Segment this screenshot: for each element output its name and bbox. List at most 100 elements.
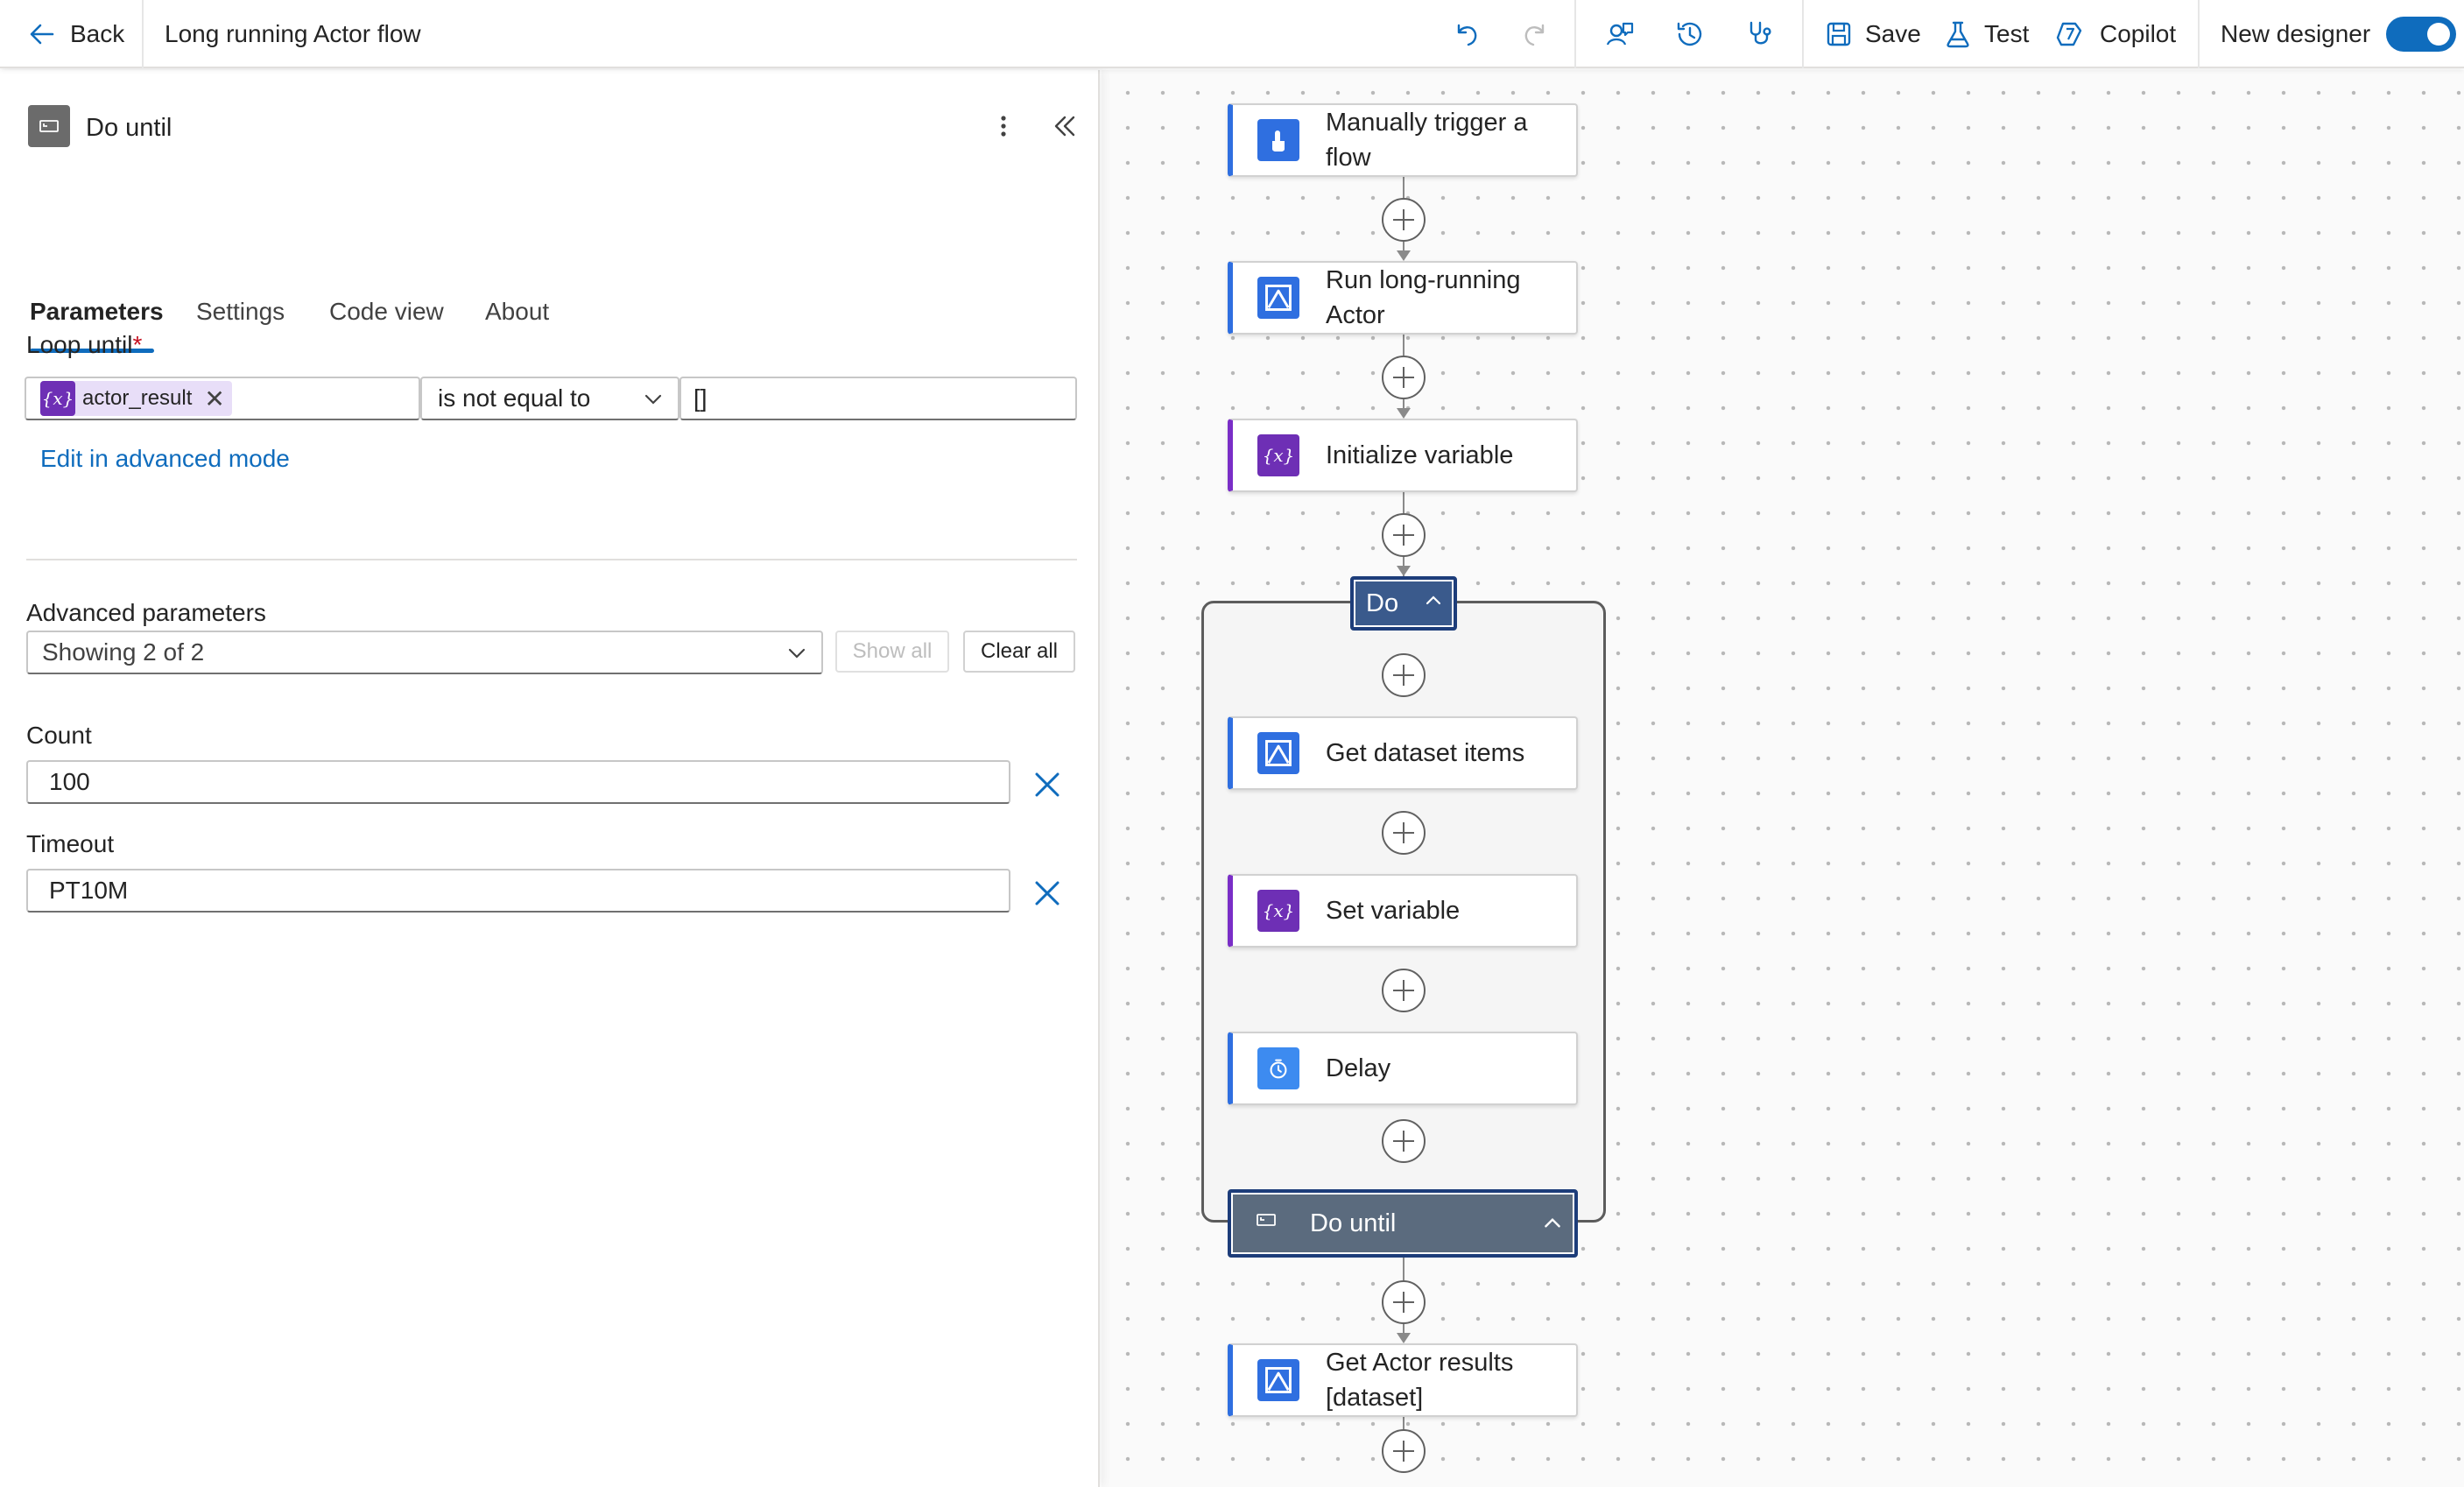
loop-until-label-text: Loop until	[26, 331, 133, 358]
person-feedback-icon	[1602, 17, 1637, 52]
divider	[1802, 0, 1804, 68]
timeout-value: PT10M	[49, 877, 129, 904]
history-icon	[1672, 17, 1707, 52]
variable-token-label: actor_result	[82, 386, 193, 410]
version-history-button[interactable]	[1672, 0, 1707, 68]
loop-condition-left-field[interactable]: {x} actor_result ✕	[25, 377, 420, 420]
apify-icon	[1257, 277, 1299, 319]
do-until-scope-footer[interactable]: Do until	[1228, 1189, 1578, 1258]
undo-button[interactable]	[1448, 0, 1483, 68]
do-until-icon	[28, 105, 70, 147]
chevron-down-icon	[785, 641, 809, 672]
do-scope-header[interactable]: Do	[1350, 576, 1457, 631]
flow-step-manual-trigger[interactable]: Manually trigger a flow	[1228, 103, 1578, 177]
copilot-label: Copilot	[2100, 20, 2177, 47]
panel-title: Do until	[86, 114, 172, 142]
step-label: Get Actor results [dataset]	[1326, 1345, 1513, 1415]
edit-advanced-mode-link[interactable]: Edit in advanced mode	[40, 445, 290, 473]
beaker-icon	[1940, 17, 1975, 52]
add-step-button[interactable]	[1382, 969, 1426, 1012]
flow-step-set-variable[interactable]: {x} Set variable	[1228, 874, 1578, 948]
connector-arrow	[1397, 408, 1411, 419]
advanced-parameters-dropdown[interactable]: Showing 2 of 2	[26, 631, 823, 674]
flow-step-delay[interactable]: Delay	[1228, 1032, 1578, 1105]
count-value: 100	[49, 768, 90, 795]
save-icon	[1821, 17, 1856, 52]
step-label-line: [dataset]	[1326, 1384, 1424, 1412]
add-step-button[interactable]	[1382, 653, 1426, 697]
apify-icon	[1257, 732, 1299, 774]
stethoscope-icon	[1742, 17, 1778, 52]
timer-icon	[1257, 1047, 1299, 1089]
top-command-bar: Back Long running Actor flow Save Test C…	[0, 0, 2464, 68]
test-label: Test	[1984, 20, 2030, 47]
new-designer-toggle[interactable]: New designer	[2221, 0, 2457, 68]
redo-button[interactable]	[1518, 0, 1553, 68]
clear-all-button[interactable]: Clear all	[963, 631, 1075, 673]
step-label: Run long-running Actor	[1326, 263, 1520, 333]
more-options-icon[interactable]	[988, 110, 1019, 142]
variable-icon: {x}	[1257, 890, 1299, 932]
tab-settings[interactable]: Settings	[196, 298, 285, 326]
tab-about[interactable]: About	[485, 298, 549, 326]
required-mark: *	[132, 331, 143, 358]
add-step-button[interactable]	[1382, 1280, 1426, 1324]
touch-trigger-icon	[1257, 119, 1299, 161]
right-value: []	[693, 384, 708, 412]
tab-code-view[interactable]: Code view	[329, 298, 444, 326]
add-step-button[interactable]	[1382, 1429, 1426, 1473]
show-all-button[interactable]: Show all	[835, 631, 949, 673]
flow-checker-button[interactable]	[1742, 0, 1778, 68]
step-label-line: Run long-running	[1326, 266, 1521, 294]
step-label-line: Get Actor results	[1326, 1349, 1514, 1377]
add-step-button[interactable]	[1382, 356, 1426, 399]
clear-count-icon[interactable]	[1030, 767, 1065, 802]
step-label-line: Actor	[1326, 301, 1385, 329]
save-label: Save	[1865, 20, 1921, 47]
advanced-parameters-value: Showing 2 of 2	[42, 638, 205, 666]
back-button[interactable]: Back	[25, 0, 124, 68]
new-designer-label: New designer	[2221, 20, 2371, 47]
step-label: Delay	[1326, 1054, 1391, 1082]
step-label-line: Manually trigger a	[1326, 109, 1528, 137]
flow-step-initialize-variable[interactable]: {x} Initialize variable	[1228, 419, 1578, 492]
flow-title: Long running Actor flow	[165, 20, 421, 47]
tab-parameters[interactable]: Parameters	[30, 298, 164, 326]
save-button[interactable]: Save	[1821, 0, 1921, 68]
step-label: Get dataset items	[1326, 739, 1525, 767]
collapse-panel-icon[interactable]	[1049, 110, 1081, 142]
step-label-line: flow	[1326, 144, 1371, 172]
add-step-button[interactable]	[1382, 811, 1426, 855]
add-step-button[interactable]	[1382, 1119, 1426, 1163]
chevron-up-icon[interactable]	[1541, 1212, 1564, 1242]
test-button[interactable]: Test	[1940, 0, 2029, 68]
timeout-label: Timeout	[26, 830, 115, 857]
operator-dropdown[interactable]: is not equal to	[420, 377, 679, 420]
feedback-button[interactable]	[1602, 0, 1637, 68]
chevron-up-icon[interactable]	[1423, 589, 1444, 618]
apify-icon	[1257, 1359, 1299, 1401]
add-step-button[interactable]	[1382, 513, 1426, 557]
flow-step-get-actor-results[interactable]: Get Actor results [dataset]	[1228, 1343, 1578, 1417]
count-input[interactable]: 100	[26, 760, 1010, 804]
clear-timeout-icon[interactable]	[1030, 876, 1065, 911]
advanced-parameters-label: Advanced parameters	[26, 599, 266, 626]
timeout-input[interactable]: PT10M	[26, 869, 1010, 913]
remove-token-icon[interactable]: ✕	[204, 384, 224, 413]
loop-condition-right-field[interactable]: []	[679, 377, 1077, 420]
do-until-icon	[1254, 1208, 1278, 1239]
flow-step-run-actor[interactable]: Run long-running Actor	[1228, 261, 1578, 335]
chevron-down-icon	[641, 387, 665, 418]
connector-arrow	[1397, 1333, 1411, 1343]
connector-arrow	[1397, 566, 1411, 576]
toggle-switch[interactable]	[2386, 17, 2457, 52]
step-label: Initialize variable	[1326, 441, 1514, 469]
operator-value: is not equal to	[438, 384, 591, 412]
add-step-button[interactable]	[1382, 198, 1426, 242]
flow-step-get-dataset-items[interactable]: Get dataset items	[1228, 716, 1578, 790]
copilot-button[interactable]: Copilot	[2052, 0, 2176, 68]
variable-icon: {x}	[1257, 434, 1299, 476]
copilot-icon	[2052, 17, 2087, 52]
variable-token[interactable]: {x} actor_result ✕	[40, 381, 232, 416]
back-label: Back	[70, 20, 125, 47]
